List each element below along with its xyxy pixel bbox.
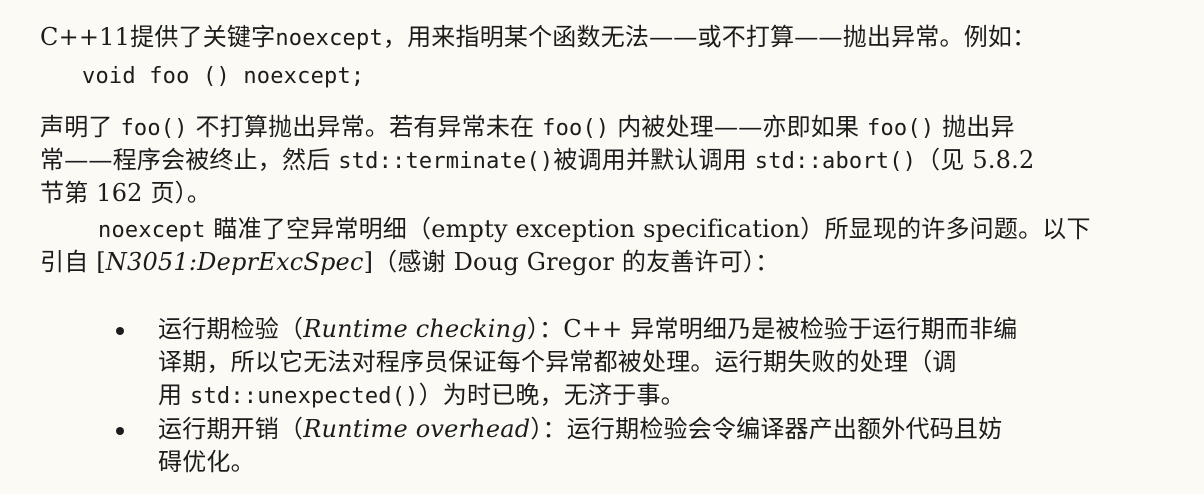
citation-ref: N3051:DeprExcSpec <box>105 248 364 276</box>
paragraph-quote-intro-line-2: 引自 [N3051:DeprExcSpec]（感谢 Doug Gregor 的友… <box>40 247 779 277</box>
paragraph-explanation-line-2: 常——程序会被终止，然后 std::terminate()被调用并默认调用 st… <box>40 145 1034 177</box>
code-std-abort: std::abort() <box>754 149 917 174</box>
code-example: void foo () noexcept; <box>82 64 365 89</box>
bullet-runtime-checking-line-2: 译期，所以它无法对程序员保证每个异常都被处理。运行期失败的处理（调 <box>158 348 957 376</box>
text: ）为时已晚，无济于事。 <box>418 381 685 409</box>
text: 瞄准了空异常明细（empty exception specification）所… <box>205 215 1091 243</box>
term-runtime-overhead: Runtime overhead <box>303 415 531 443</box>
document-page: C++11提供了关键字noexcept，用来指明某个函数无法——或不打算——抛出… <box>0 0 1204 494</box>
bullet-runtime-checking-line-1: 运行期检验（Runtime checking）：C++ 异常明细乃是被检验于运行… <box>158 314 1018 344</box>
text: 引自 [ <box>40 248 106 276</box>
bullet-dot <box>116 327 124 335</box>
bullet-runtime-overhead-line-2: 碍优化。 <box>158 448 255 476</box>
text: 内被处理——亦即如果 <box>609 113 868 141</box>
text: （见 5.8.2 <box>916 146 1035 174</box>
text: 声明了 <box>40 113 121 141</box>
text: 被调用并默认调用 <box>553 146 755 174</box>
code-foo: foo() <box>867 116 935 141</box>
code-foo: foo() <box>120 116 188 141</box>
intro-text: C++11提供了关键字 <box>40 23 276 51</box>
code-foo: foo() <box>542 116 610 141</box>
paragraph-quote-intro-line-1: noexcept 瞄准了空异常明细（empty exception specif… <box>98 214 1091 246</box>
text: 运行期开销（ <box>158 415 304 443</box>
code-std-unexpected: std::unexpected() <box>190 384 419 409</box>
code-noexcept: noexcept <box>98 218 206 243</box>
bullet-dot <box>116 427 124 435</box>
intro-text-cont: ，用来指明某个函数无法——或不打算——抛出异常。例如： <box>382 23 1037 51</box>
paragraph-explanation-line-1: 声明了 foo() 不打算抛出异常。若有异常未在 foo() 内被处理——亦即如… <box>40 112 1015 144</box>
text: ）：运行期检验会令编译器产出额外代码且妨 <box>530 415 1003 443</box>
text: 常——程序会被终止，然后 <box>40 146 339 174</box>
text: 不打算抛出异常。若有异常未在 <box>187 113 543 141</box>
text: 运行期检验（ <box>158 315 304 343</box>
text: ]（感谢 Doug Gregor 的友善许可）： <box>363 248 780 276</box>
term-runtime-checking: Runtime checking <box>303 315 527 343</box>
text: ）：C++ 异常明细乃是被检验于运行期而非编 <box>526 315 1018 343</box>
text: 用 <box>158 381 191 409</box>
paragraph-explanation-line-3: 节第 162 页）。 <box>40 179 212 207</box>
code-std-terminate: std::terminate() <box>338 149 554 174</box>
bullet-runtime-overhead-line-1: 运行期开销（Runtime overhead）：运行期检验会令编译器产出额外代码… <box>158 414 1002 444</box>
paragraph-intro: C++11提供了关键字noexcept，用来指明某个函数无法——或不打算——抛出… <box>40 22 1036 54</box>
keyword-noexcept: noexcept <box>275 26 383 51</box>
bullet-runtime-checking-line-3: 用 std::unexpected()）为时已晚，无济于事。 <box>158 380 685 412</box>
text: 抛出异 <box>934 113 1015 141</box>
